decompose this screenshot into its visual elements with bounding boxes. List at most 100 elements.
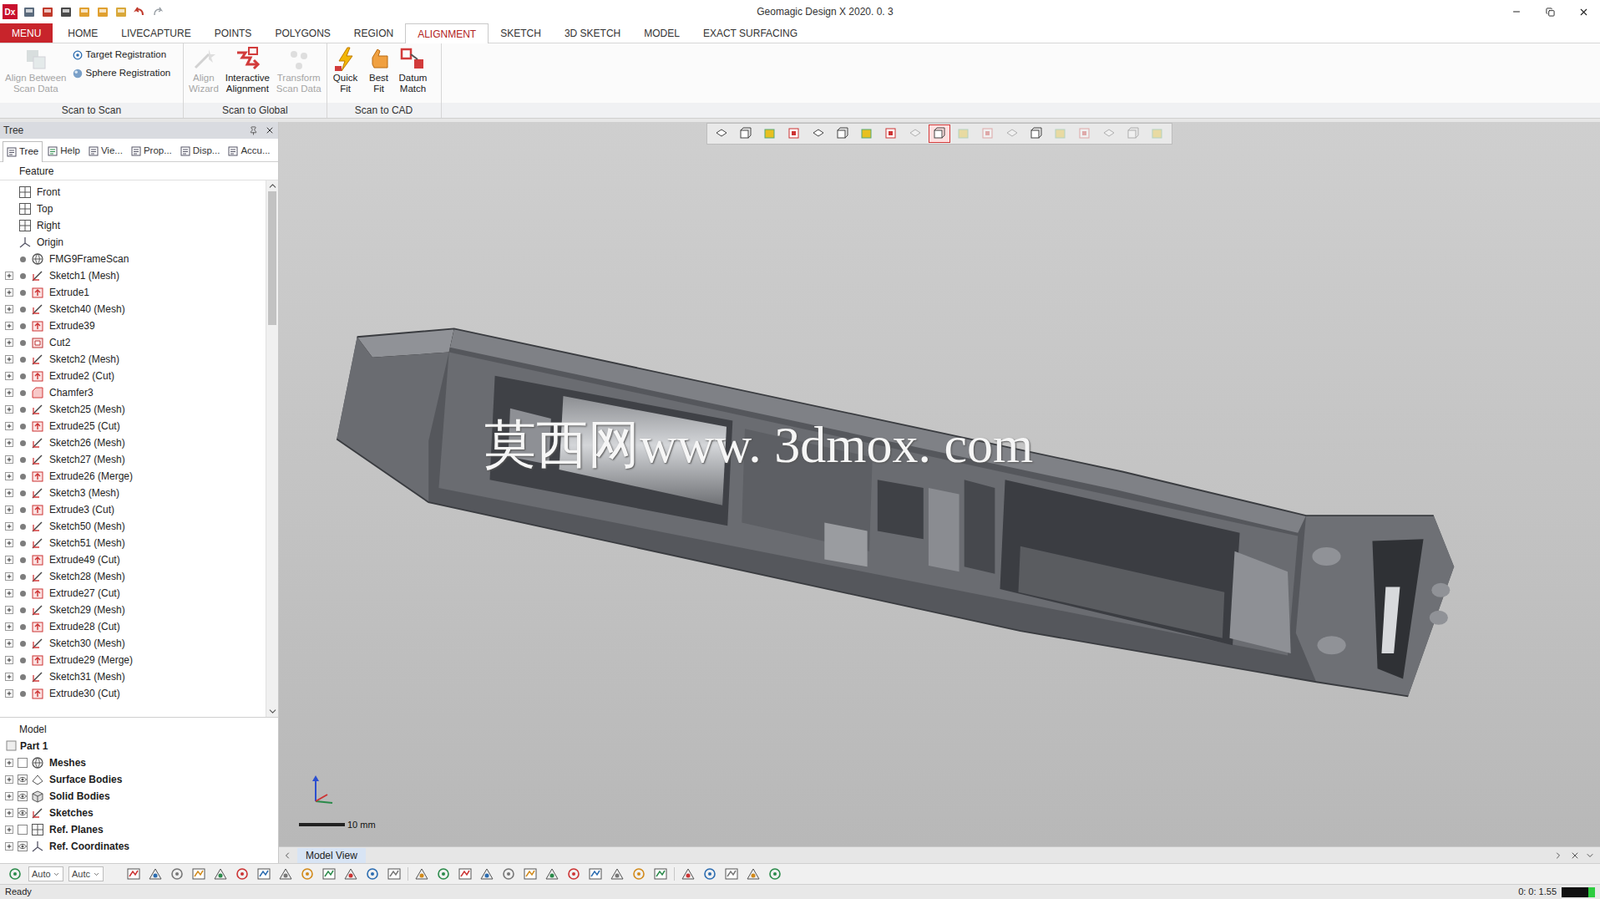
visibility-dot[interactable] xyxy=(20,323,26,330)
bottom-tool-icon[interactable] xyxy=(320,865,338,882)
visibility-dot[interactable] xyxy=(20,690,26,697)
panel-tab[interactable]: Tree xyxy=(2,141,43,163)
feature-row[interactable]: Sketch50 (Mesh) xyxy=(0,517,266,535)
panel-tab[interactable]: Disp... xyxy=(177,141,224,162)
bottom-tool-icon[interactable] xyxy=(435,865,452,882)
feature-row[interactable]: Extrude27 (Cut) xyxy=(0,584,266,602)
view-toolbar-button[interactable] xyxy=(759,124,781,143)
expand-icon[interactable] xyxy=(5,841,14,851)
feature-row[interactable]: Extrude29 (Merge) xyxy=(0,651,266,669)
expand-icon[interactable] xyxy=(5,521,14,531)
ribbon-large-button[interactable]: BestFit xyxy=(364,45,395,95)
feature-row[interactable]: Sketch28 (Mesh) xyxy=(0,567,266,585)
ribbon-tab[interactable]: SKETCH xyxy=(488,23,553,43)
feature-row[interactable]: Extrude30 (Cut) xyxy=(0,684,266,702)
feature-row[interactable]: Sketch31 (Mesh) xyxy=(0,668,266,685)
model-part-row[interactable]: Part 1 xyxy=(0,737,279,755)
quick-access-icon[interactable] xyxy=(77,5,92,19)
quick-access-icon[interactable] xyxy=(96,5,110,19)
visibility-checkbox[interactable] xyxy=(17,774,28,785)
quick-access-icon[interactable] xyxy=(132,5,147,19)
view-tab[interactable]: Model View xyxy=(297,847,366,863)
visibility-dot[interactable] xyxy=(20,657,26,664)
visibility-checkbox[interactable] xyxy=(17,807,28,818)
feature-row[interactable]: Extrude25 (Cut) xyxy=(0,417,266,435)
expand-icon[interactable] xyxy=(5,455,14,464)
view-toolbar-button[interactable] xyxy=(904,124,927,143)
ribbon-large-button[interactable]: Align BetweenScan Data xyxy=(3,45,69,95)
expand-icon[interactable] xyxy=(5,304,14,314)
bottom-tool-icon[interactable] xyxy=(456,865,474,882)
visibility-dot[interactable] xyxy=(20,339,26,346)
model-row[interactable]: Sketches xyxy=(0,804,279,821)
model-row[interactable]: Ref. Planes xyxy=(0,820,279,838)
app-logo[interactable]: Dx xyxy=(2,4,18,20)
expand-icon[interactable] xyxy=(5,758,14,767)
bottom-tool-icon[interactable] xyxy=(413,865,431,882)
visibility-dot[interactable] xyxy=(20,289,26,296)
feature-row[interactable]: Extrude2 (Cut) xyxy=(0,367,266,385)
filter-select[interactable]: Autc xyxy=(68,865,104,882)
bottom-tool-icon[interactable] xyxy=(766,865,784,882)
pin-icon[interactable] xyxy=(248,126,259,136)
scroll-thumb[interactable] xyxy=(268,191,277,325)
bottom-tool-icon[interactable] xyxy=(587,865,604,882)
expand-icon[interactable] xyxy=(5,638,14,648)
expand-icon[interactable] xyxy=(5,588,14,598)
bottom-tool-icon[interactable] xyxy=(125,865,142,882)
visibility-dot[interactable] xyxy=(20,556,26,563)
bottom-tool-icon[interactable] xyxy=(521,865,539,882)
expand-icon[interactable] xyxy=(5,288,14,297)
visibility-dot[interactable] xyxy=(20,490,26,497)
frame-model[interactable] xyxy=(278,121,1600,846)
ribbon-tab[interactable]: REGION xyxy=(342,23,406,43)
model-row[interactable]: Ref. Coordinates xyxy=(0,837,279,855)
ribbon-tab[interactable]: 3D SKETCH xyxy=(552,23,633,43)
expand-icon[interactable] xyxy=(5,605,14,614)
visibility-dot[interactable] xyxy=(20,440,26,446)
view-toolbar-button[interactable] xyxy=(710,124,733,143)
view-toolbar-button[interactable] xyxy=(1049,124,1072,143)
ribbon-tab[interactable]: POLYGONS xyxy=(263,23,342,43)
visibility-checkbox[interactable] xyxy=(17,840,28,851)
view-toolbar-button[interactable] xyxy=(1073,124,1096,143)
ribbon-large-button[interactable]: InteractiveAlignment xyxy=(223,45,272,95)
feature-row[interactable]: Right xyxy=(0,217,266,234)
bottom-tool-icon[interactable] xyxy=(342,865,360,882)
close-panel-icon[interactable] xyxy=(264,125,275,136)
view-toolbar-button[interactable] xyxy=(783,124,806,143)
quick-access-icon[interactable] xyxy=(22,5,36,19)
view-toolbar-button[interactable] xyxy=(1001,124,1023,143)
ribbon-small-button[interactable]: Target Registration xyxy=(71,46,172,64)
ribbon-tab[interactable]: HOME xyxy=(55,23,110,43)
view-toolbar-button[interactable] xyxy=(734,124,757,143)
visibility-dot[interactable] xyxy=(20,640,26,647)
quick-access-icon[interactable] xyxy=(59,5,73,19)
bottom-tool-icon[interactable] xyxy=(146,865,164,882)
ribbon-large-button[interactable]: AlignWizard xyxy=(187,45,221,95)
bottom-tool-icon[interactable] xyxy=(652,865,669,882)
bottom-tool-icon[interactable] xyxy=(385,865,403,882)
visibility-dot[interactable] xyxy=(20,273,26,279)
view-toolbar-button[interactable] xyxy=(977,124,999,143)
feature-row[interactable]: Extrude39 xyxy=(0,317,266,335)
filter-select[interactable]: Auto xyxy=(28,865,64,882)
feature-row[interactable]: Extrude49 (Cut) xyxy=(0,551,266,568)
bottom-tool-icon[interactable] xyxy=(212,865,229,882)
expand-icon[interactable] xyxy=(5,388,14,397)
quick-access-icon[interactable] xyxy=(151,5,165,19)
expand-icon[interactable] xyxy=(5,354,14,364)
visibility-checkbox[interactable] xyxy=(17,757,28,768)
restore-button[interactable] xyxy=(1533,0,1567,24)
model-row[interactable]: Solid Bodies xyxy=(0,787,279,805)
view-menu-icon[interactable] xyxy=(1584,850,1595,861)
visibility-dot[interactable] xyxy=(20,573,26,580)
visibility-dot[interactable] xyxy=(20,673,26,680)
visibility-dot[interactable] xyxy=(20,306,26,313)
expand-icon[interactable] xyxy=(5,538,14,547)
visibility-dot[interactable] xyxy=(20,373,26,380)
view-toolbar-button[interactable] xyxy=(880,124,902,143)
bottom-tool-icon[interactable] xyxy=(723,865,740,882)
expand-icon[interactable] xyxy=(5,572,14,581)
feature-row[interactable]: Extrude1 xyxy=(0,283,266,301)
